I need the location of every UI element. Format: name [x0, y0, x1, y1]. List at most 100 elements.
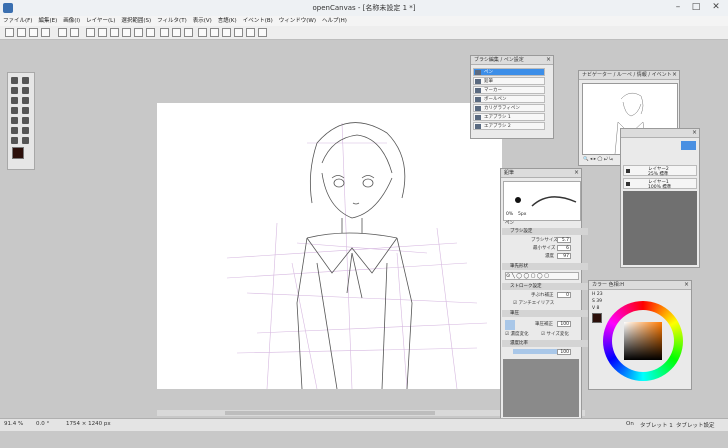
menu-help[interactable]: ヘルプ(H) [319, 16, 350, 26]
visibility-icon[interactable] [626, 169, 630, 173]
clear-icon[interactable] [122, 28, 131, 37]
brush-item[interactable]: エアブラシ 1 [473, 113, 545, 121]
saturation-value[interactable]: 39 [596, 299, 602, 304]
export-icon[interactable] [70, 28, 79, 37]
hue-value[interactable]: 23 [597, 292, 603, 297]
menu-file[interactable]: ファイル(F) [0, 16, 35, 26]
status-bar: 91.4 % 0.0 ° 1754 × 1240 px On タブレット 1 タ… [0, 418, 728, 431]
lasso-icon[interactable] [22, 117, 29, 124]
brush-item[interactable]: マーカー [473, 86, 545, 94]
move-tool-icon[interactable] [11, 127, 18, 134]
foreground-color[interactable] [12, 147, 24, 159]
brush-size-label: ブラシサイズ [531, 238, 558, 243]
airbrush-tool-icon[interactable] [22, 87, 29, 94]
scrollbar-thumb[interactable] [225, 411, 435, 415]
blur-tool-icon[interactable] [22, 97, 29, 104]
brush-tool-icon[interactable] [22, 77, 29, 84]
panel-header[interactable]: ナビゲーター / ルーペ / 情報 / イベント × [579, 71, 679, 80]
brush-item[interactable]: エアブラシ 2 [473, 122, 545, 130]
menu-view[interactable]: 表示(V) [190, 16, 215, 26]
paste-icon[interactable] [110, 28, 119, 37]
menu-image[interactable]: 画像(I) [60, 16, 83, 26]
transform-icon[interactable] [146, 28, 155, 37]
deselect-icon[interactable] [160, 28, 169, 37]
brush-size-field[interactable]: 5.7 [557, 237, 571, 243]
density-change-checkbox[interactable]: ☑ 濃度変化 [505, 331, 528, 337]
panel-header[interactable]: ブラシ編集 / ペン設定 × [471, 56, 553, 65]
tip-shape-selector[interactable]: ⊙ ╲ ◯ ◯ ▢ ◯ ▢ [505, 272, 579, 280]
gradient-tool-icon[interactable] [22, 107, 29, 114]
print-icon[interactable] [58, 28, 67, 37]
layer-row[interactable]: レイヤー1 100% 標準 [623, 178, 697, 190]
save-as-icon[interactable] [41, 28, 50, 37]
close-icon[interactable]: × [692, 129, 697, 137]
open-icon[interactable] [17, 28, 26, 37]
rect-select-icon[interactable] [11, 117, 18, 124]
pen-tool-icon[interactable] [11, 77, 18, 84]
visibility-icon[interactable] [626, 182, 630, 186]
menu-event[interactable]: イベント(B) [240, 16, 276, 26]
text-tool-icon[interactable] [22, 127, 29, 134]
brush-settings-tab[interactable]: 鉛筆 [504, 170, 514, 176]
rotate-reset-icon[interactable] [258, 28, 267, 37]
fill-tool-icon[interactable] [11, 107, 18, 114]
close-icon[interactable]: × [684, 281, 689, 289]
brush-item[interactable]: 鉛筆 [473, 77, 545, 85]
brush-item[interactable]: ペン [473, 68, 545, 76]
drawing-canvas[interactable] [157, 103, 502, 390]
select-all-icon[interactable] [134, 28, 143, 37]
minimize-icon[interactable]: – [672, 2, 684, 13]
brush-item[interactable]: ボールペン [473, 95, 545, 103]
density-ratio-field[interactable]: 100 [557, 349, 571, 355]
cut-icon[interactable] [86, 28, 95, 37]
hand-tool-icon[interactable] [11, 137, 18, 144]
pressure-curve-icon[interactable] [505, 320, 515, 330]
menu-edit[interactable]: 編集(E) [35, 16, 60, 26]
copy-icon[interactable] [98, 28, 107, 37]
correction-field[interactable]: 0 [557, 292, 571, 298]
close-icon[interactable]: ✕ [710, 2, 722, 13]
section-density-ratio[interactable]: 濃度比率 [502, 340, 588, 347]
brush-item[interactable]: カリグラフィペン [473, 104, 545, 112]
rotate-right-icon[interactable] [246, 28, 255, 37]
min-size-field[interactable]: 6 [557, 245, 571, 251]
pencil-tool-icon[interactable] [11, 87, 18, 94]
eyedropper-icon[interactable] [22, 137, 29, 144]
density-field[interactable]: 97 [557, 253, 571, 259]
eraser-tool-icon[interactable] [11, 97, 18, 104]
pressure-field[interactable]: 100 [557, 321, 571, 327]
rotate-left-icon[interactable] [234, 28, 243, 37]
zoom-fit-icon[interactable] [222, 28, 231, 37]
maximize-icon[interactable]: □ [690, 2, 702, 13]
antialias-checkbox[interactable]: ☑ アンチエイリアス [513, 300, 554, 306]
section-pressure[interactable]: 筆圧 [502, 310, 588, 317]
panel-header[interactable]: 鉛筆 × [501, 169, 581, 178]
new-icon[interactable] [5, 28, 14, 37]
layer-color-tab[interactable] [681, 141, 696, 150]
current-color-swatch[interactable] [592, 313, 602, 323]
section-stroke[interactable]: ストローク設定 [502, 283, 588, 290]
menu-lang[interactable]: 言語(K) [215, 16, 240, 26]
section-brush-settings[interactable]: ブラシ設定 [502, 228, 588, 235]
crop-icon[interactable] [184, 28, 193, 37]
menu-window[interactable]: ウィンドウ(W) [276, 16, 319, 26]
layer-row[interactable]: レイヤー2 25% 標準 [623, 165, 697, 177]
close-icon[interactable]: × [672, 71, 677, 79]
panel-header[interactable]: × [621, 129, 699, 138]
density-ratio-slider[interactable] [513, 349, 563, 354]
menu-select[interactable]: 選択範囲(S) [118, 16, 154, 26]
color-panel-tab[interactable]: カラー 色相:H [592, 282, 624, 288]
sv-square[interactable] [624, 322, 662, 360]
section-tip-shape[interactable]: 筆先形状 [502, 263, 588, 270]
value-value[interactable]: 8 [597, 306, 600, 311]
invert-icon[interactable] [172, 28, 181, 37]
close-icon[interactable]: × [546, 56, 551, 64]
zoom-out-icon[interactable] [210, 28, 219, 37]
panel-header[interactable]: カラー 色相:H × [589, 281, 691, 290]
close-icon[interactable]: × [574, 169, 579, 177]
menu-layer[interactable]: レイヤー(L) [83, 16, 118, 26]
menu-filter[interactable]: フィルタ(T) [154, 16, 190, 26]
save-icon[interactable] [29, 28, 38, 37]
zoom-in-icon[interactable] [198, 28, 207, 37]
size-change-checkbox[interactable]: ☑ サイズ変化 [541, 331, 569, 337]
